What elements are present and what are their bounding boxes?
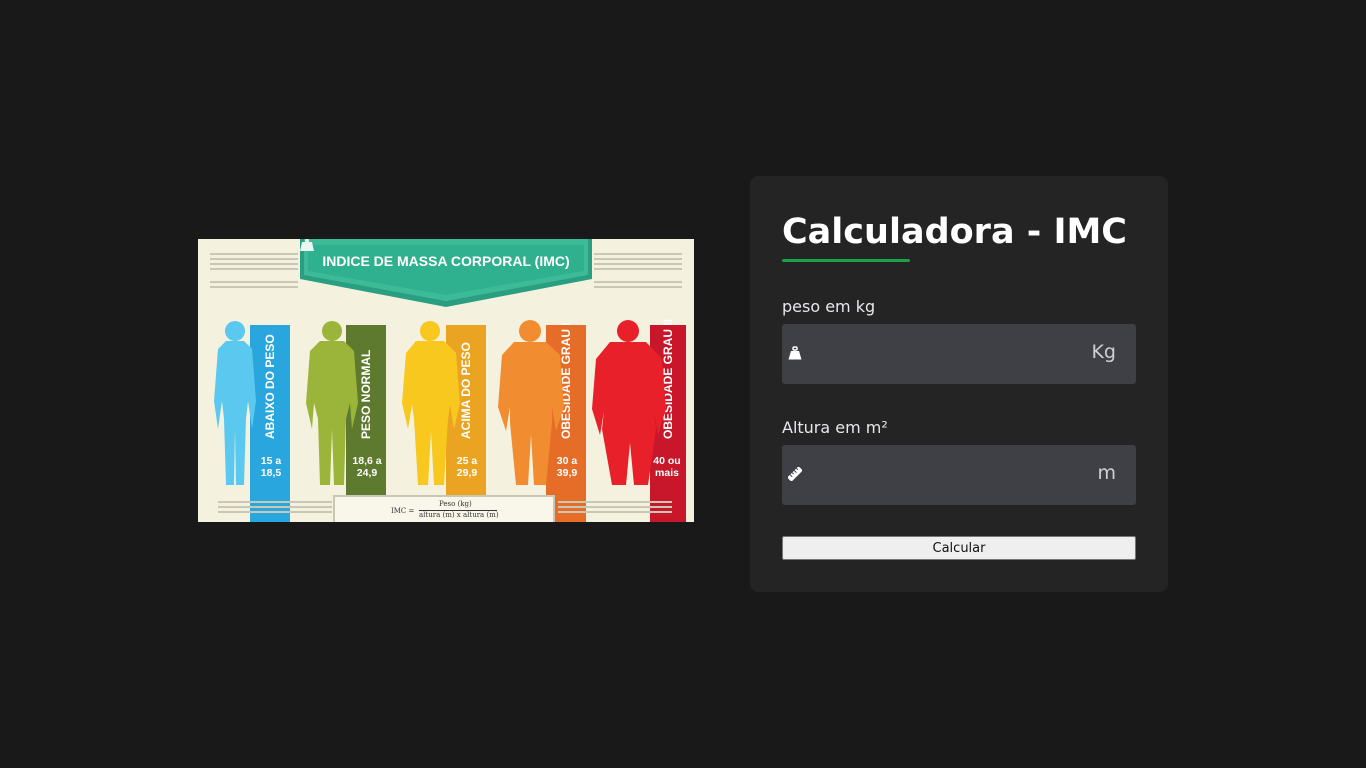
imc-formula: IMC = Peso (kg) altura (m) x altura (m) bbox=[333, 495, 555, 522]
weight-icon bbox=[300, 239, 314, 251]
category-obesidade-grau-2: OBESIDADE GRAU II 40 ou mais bbox=[590, 319, 690, 522]
height-label: Altura em m² bbox=[782, 418, 888, 437]
formula-lhs: IMC = bbox=[391, 507, 415, 515]
ruler-icon bbox=[788, 467, 802, 481]
category-acima-do-peso: ACIMA DO PESO 25 a 29,9 bbox=[396, 319, 492, 522]
weight-field: Kg bbox=[782, 324, 1136, 386]
category-label: ABAIXO DO PESO bbox=[263, 334, 277, 439]
infographic-title: INDICE DE MASSA CORPORAL (IMC) bbox=[322, 253, 570, 269]
infographic-banner: INDICE DE MASSA CORPORAL (IMC) bbox=[300, 239, 592, 309]
range-from: 40 ou bbox=[653, 455, 681, 467]
height-unit: m bbox=[1097, 462, 1116, 484]
weight-icon bbox=[788, 346, 802, 360]
range-to: 39,9 bbox=[556, 467, 578, 479]
category-range: 25 a 29,9 bbox=[448, 455, 486, 479]
decor-lines-right-2 bbox=[594, 281, 682, 299]
decor-lines-left bbox=[210, 253, 298, 271]
range-from: 30 a bbox=[556, 455, 578, 467]
range-from: 25 a bbox=[456, 455, 478, 467]
range-to: 29,9 bbox=[456, 467, 478, 479]
weight-unit: Kg bbox=[1091, 341, 1116, 363]
range-from: 15 a bbox=[260, 455, 282, 467]
height-field: m bbox=[782, 445, 1136, 507]
category-range: 15 a 18,5 bbox=[252, 455, 290, 479]
category-range: 40 ou mais bbox=[648, 455, 686, 479]
title-underline bbox=[782, 259, 910, 262]
formula-numerator: Peso (kg) bbox=[439, 500, 472, 508]
calculate-button[interactable]: Calcular bbox=[782, 536, 1136, 560]
calculator-card: Calculadora - IMC peso em kg Kg Altura e… bbox=[750, 176, 1168, 592]
range-to: 24,9 bbox=[356, 467, 378, 479]
decor-lines-bottom-left bbox=[218, 501, 332, 519]
range-from: 18,6 a bbox=[352, 455, 382, 467]
formula-denominator: altura (m) x altura (m) bbox=[419, 511, 499, 519]
weight-input[interactable] bbox=[818, 324, 1092, 386]
imc-infographic: INDICE DE MASSA CORPORAL (IMC) ABAIXO DO… bbox=[198, 239, 694, 522]
decor-lines-left-2 bbox=[210, 281, 298, 299]
category-range: 18,6 a 24,9 bbox=[348, 455, 386, 479]
category-range: 30 a 39,9 bbox=[548, 455, 586, 479]
category-obesidade-grau-1: OBESIDADE GRAU I 30 a 39,9 bbox=[494, 319, 590, 522]
range-to: mais bbox=[655, 467, 679, 479]
decor-lines-right bbox=[594, 253, 682, 271]
weight-label: peso em kg bbox=[782, 297, 876, 316]
range-to: 18,5 bbox=[260, 467, 282, 479]
category-abaixo-do-peso: ABAIXO DO PESO 15 a 18,5 bbox=[204, 319, 294, 522]
decor-lines-bottom-right bbox=[558, 501, 672, 519]
height-input[interactable] bbox=[818, 445, 1092, 507]
category-peso-normal: PESO NORMAL 18,6 a 24,9 bbox=[298, 319, 390, 522]
page-title: Calculadora - IMC bbox=[782, 212, 1127, 252]
